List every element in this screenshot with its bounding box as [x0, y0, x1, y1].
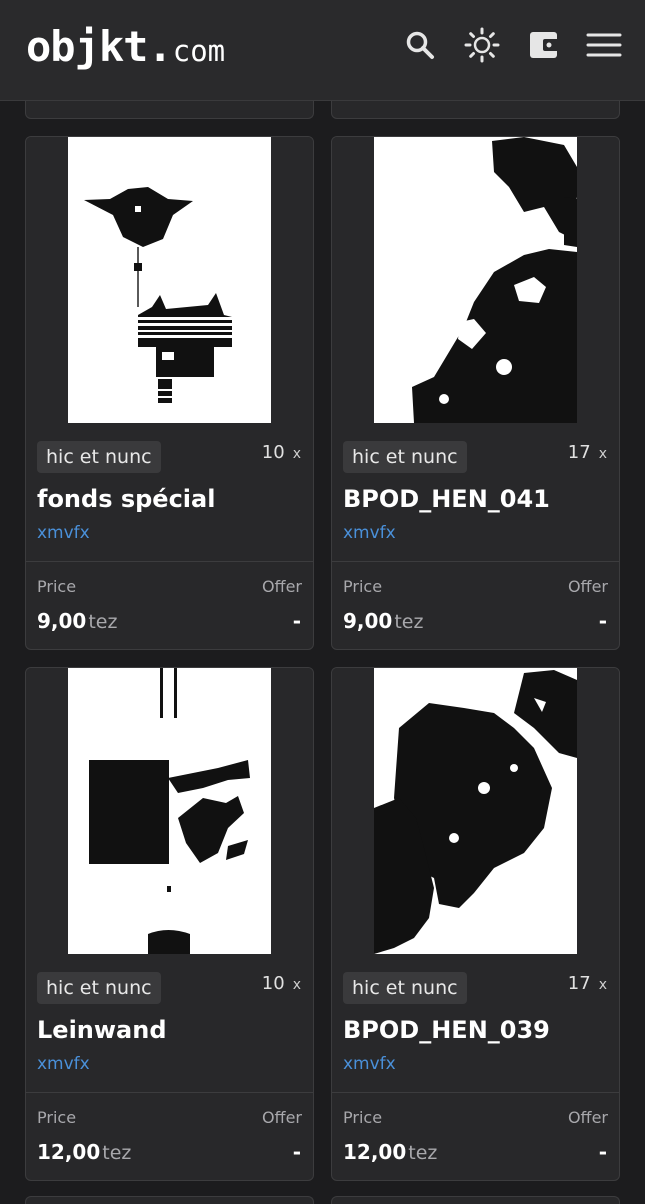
artwork-thumbnail[interactable] — [26, 668, 313, 954]
artwork-card[interactable]: hic et nunc 10 x Leinwand xmvfx Price Off… — [25, 667, 314, 1181]
platform-badge[interactable]: hic et nunc — [37, 972, 161, 1004]
card-partial-bottom-left — [25, 1196, 314, 1204]
top-navbar: objkt.com — [0, 0, 645, 101]
price-value: 12,00 tez — [343, 1140, 437, 1164]
edition-suffix: x — [292, 977, 301, 993]
logo-dot: . — [147, 22, 173, 71]
card-divider — [332, 1092, 619, 1093]
offer-label: Offer — [567, 1108, 608, 1127]
offer-value: - — [598, 609, 607, 633]
price-value: 9,00 tez — [343, 609, 423, 633]
edition-suffix: x — [598, 446, 607, 462]
price-value: 9,00 tez — [37, 609, 117, 633]
price-amount: 9,00 — [343, 609, 393, 633]
offer-value: - — [292, 609, 301, 633]
price-currency: tez — [102, 1142, 132, 1164]
edition-count: 17 x — [568, 442, 607, 463]
logo-suffix: com — [172, 34, 226, 68]
card-divider — [332, 561, 619, 562]
offer-value: - — [598, 1140, 607, 1164]
price-label: Price — [343, 577, 383, 596]
artwork-thumbnail[interactable] — [26, 137, 313, 423]
edition-number: 17 — [567, 442, 591, 463]
wallet-icon[interactable] — [526, 27, 562, 63]
edition-suffix: x — [292, 446, 301, 462]
price-currency: tez — [408, 1142, 438, 1164]
platform-badge[interactable]: hic et nunc — [343, 972, 467, 1004]
edition-count: 17 x — [568, 973, 607, 994]
artwork-card[interactable]: hic et nunc 17 x BPOD_HEN_039 xmvfx Price… — [331, 667, 620, 1181]
edition-number: 17 — [567, 973, 591, 994]
artwork-thumbnail[interactable] — [332, 137, 619, 423]
card-divider — [26, 561, 313, 562]
platform-badge[interactable]: hic et nunc — [37, 441, 161, 473]
artwork-thumbnail[interactable] — [332, 668, 619, 954]
artist-link[interactable]: xmvfx — [343, 1054, 396, 1074]
card-partial-top-left — [25, 101, 314, 119]
edition-number: 10 — [261, 442, 285, 463]
price-currency: tez — [394, 611, 424, 633]
offer-value: - — [292, 1140, 301, 1164]
artwork-title[interactable]: BPOD_HEN_041 — [343, 485, 550, 513]
artwork-title[interactable]: Leinwand — [37, 1016, 167, 1044]
edition-count: 10 x — [262, 973, 301, 994]
offer-label: Offer — [261, 577, 302, 596]
offer-label: Offer — [567, 577, 608, 596]
artwork-title[interactable]: BPOD_HEN_039 — [343, 1016, 550, 1044]
platform-badge[interactable]: hic et nunc — [343, 441, 467, 473]
theme-toggle-icon[interactable] — [464, 27, 500, 63]
edition-number: 10 — [261, 973, 285, 994]
card-divider — [26, 1092, 313, 1093]
price-label: Price — [37, 1108, 77, 1127]
price-label: Price — [343, 1108, 383, 1127]
site-logo[interactable]: objkt.com — [26, 22, 225, 71]
price-amount: 9,00 — [37, 609, 87, 633]
card-partial-top-right — [331, 101, 620, 119]
artwork-title[interactable]: fonds spécial — [37, 485, 215, 513]
artist-link[interactable]: xmvfx — [37, 1054, 90, 1074]
artist-link[interactable]: xmvfx — [37, 523, 90, 543]
price-currency: tez — [88, 611, 118, 633]
price-value: 12,00 tez — [37, 1140, 131, 1164]
offer-label: Offer — [261, 1108, 302, 1127]
price-label: Price — [37, 577, 77, 596]
search-icon[interactable] — [402, 27, 438, 63]
card-partial-bottom-right — [331, 1196, 620, 1204]
artist-link[interactable]: xmvfx — [343, 523, 396, 543]
artwork-card[interactable]: hic et nunc 10 x fonds spécial xmvfx Pric… — [25, 136, 314, 650]
price-amount: 12,00 — [37, 1140, 101, 1164]
artwork-card[interactable]: hic et nunc 17 x BPOD_HEN_041 xmvfx Price… — [331, 136, 620, 650]
logo-main: objkt — [26, 22, 148, 71]
price-amount: 12,00 — [343, 1140, 407, 1164]
menu-icon[interactable] — [586, 27, 622, 63]
edition-count: 10 x — [262, 442, 301, 463]
edition-suffix: x — [598, 977, 607, 993]
